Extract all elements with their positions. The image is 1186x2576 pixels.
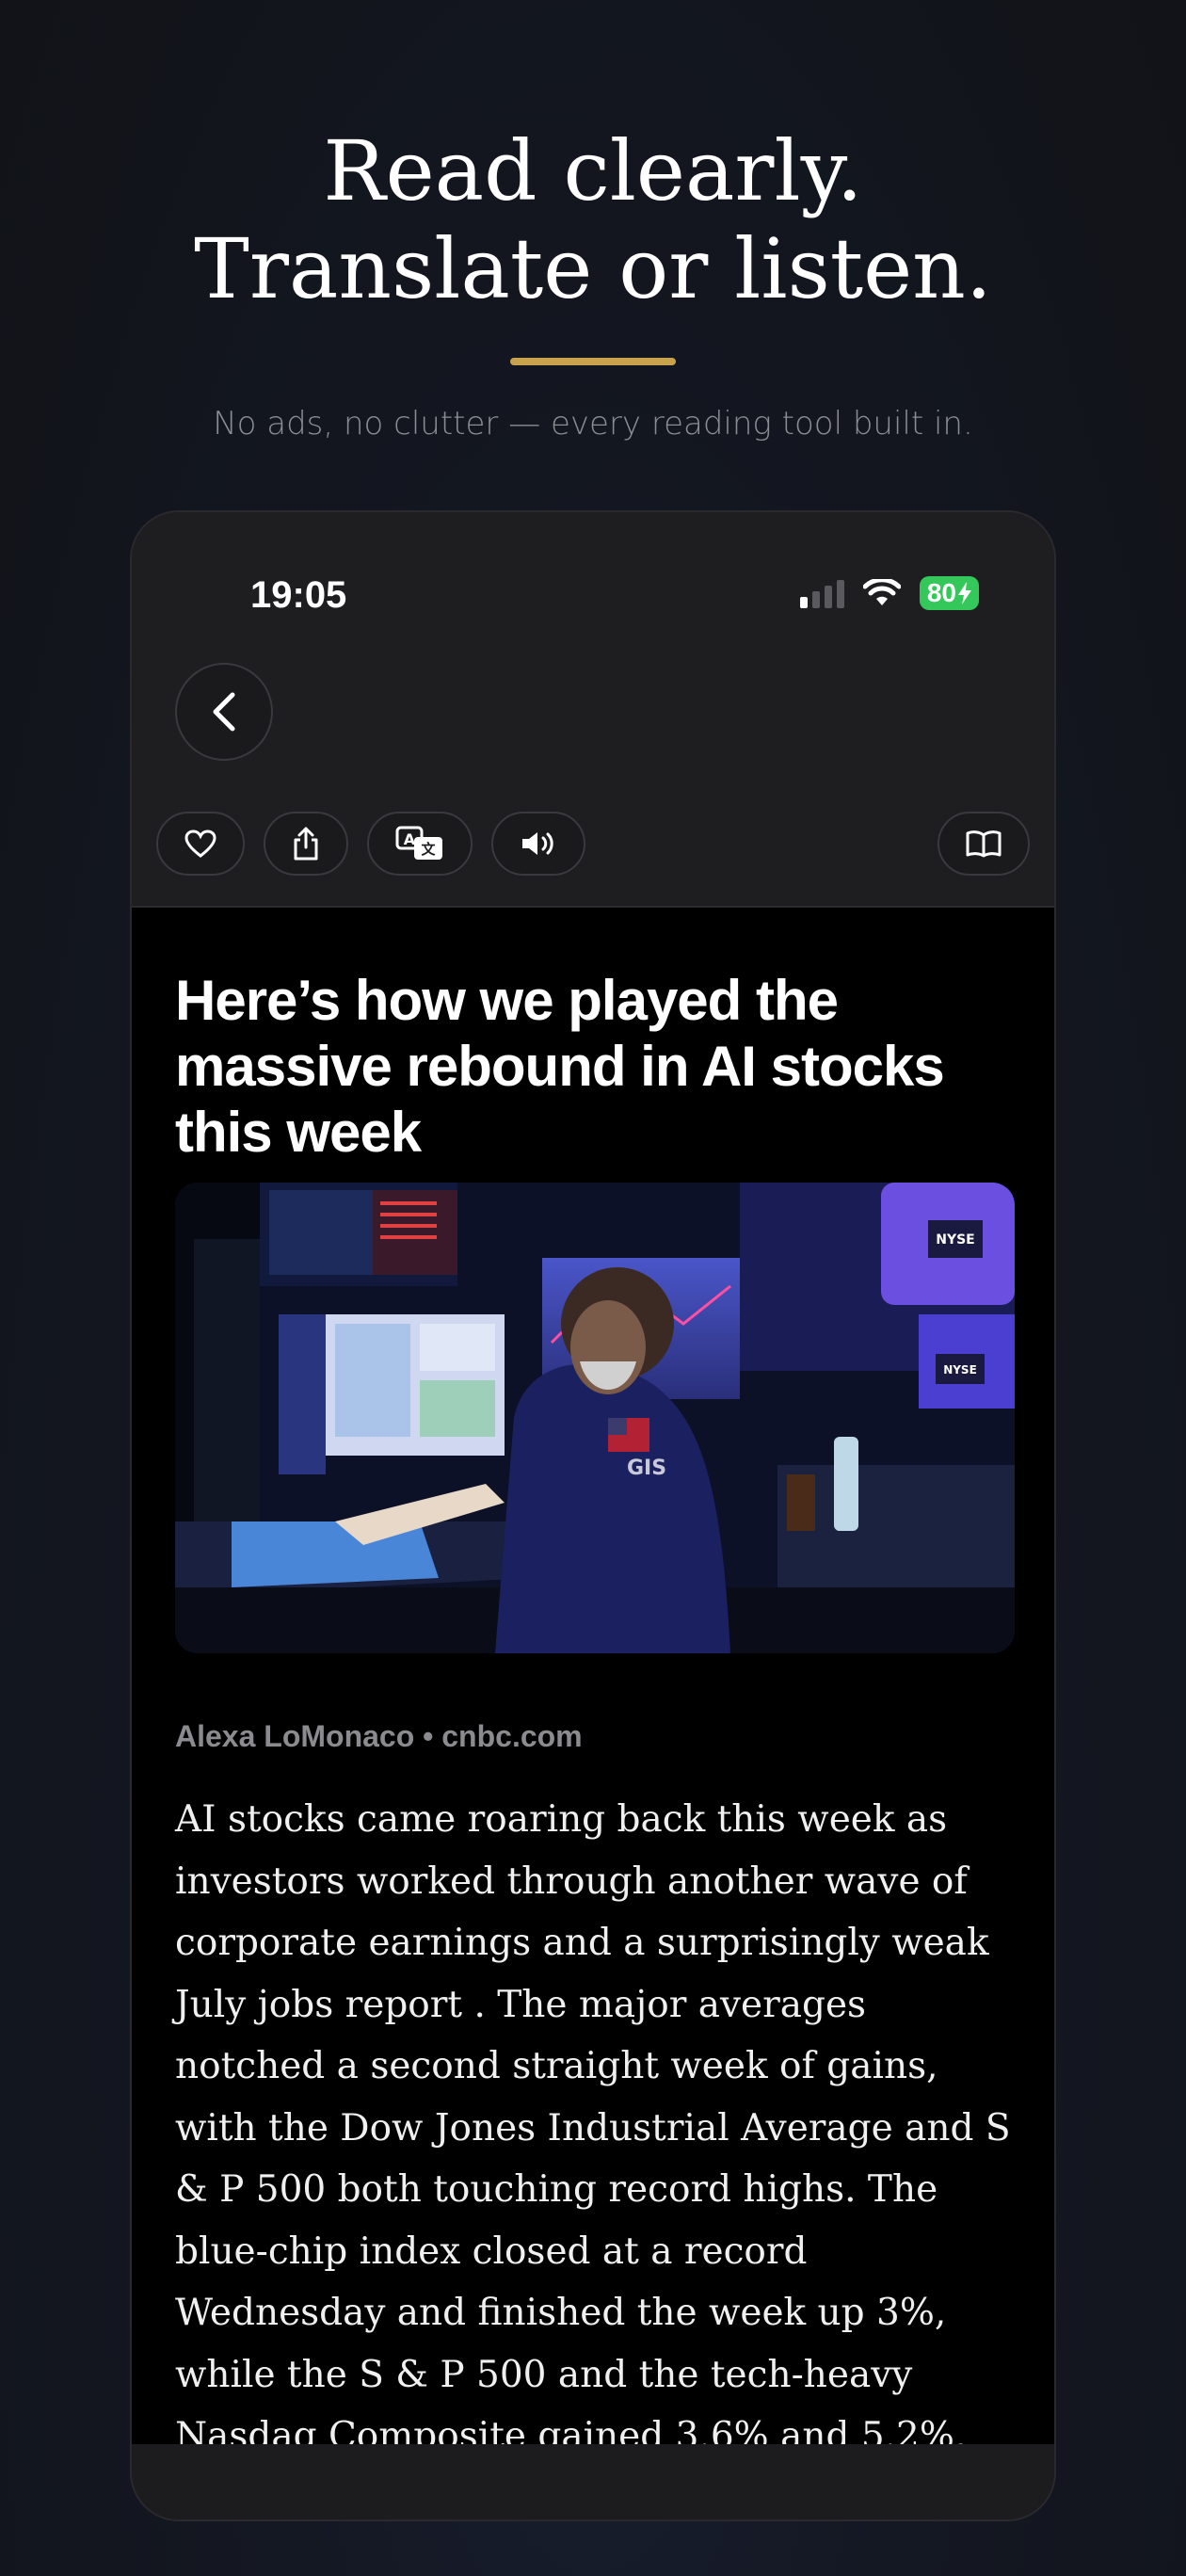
heart-icon (184, 829, 216, 858)
jacket-logo: GIS (627, 1457, 666, 1480)
phone-bottom-bar (132, 2444, 1054, 2520)
translate-button[interactable]: A 文 (367, 812, 473, 876)
article-byline: Alexa LoMonaco • cnbc.com (175, 1719, 583, 1753)
nyse-sign-2: NYSE (943, 1363, 977, 1377)
reader-header: 19:05 80 A 文 (132, 512, 1054, 908)
reader-mode-button[interactable] (938, 812, 1030, 876)
svg-text:文: 文 (421, 841, 436, 858)
signal-icon (799, 578, 844, 608)
nyse-sign-1: NYSE (936, 1232, 975, 1248)
article-headline: Here’s how we played the massive rebound… (175, 969, 945, 1164)
hero-title-line2: Translate or listen. (194, 220, 992, 317)
back-icon (213, 692, 235, 732)
battery-level: 80 (926, 578, 956, 607)
trading-floor-photo: NYSE NYSE GIS (175, 1183, 1015, 1653)
status-icons: 80 (799, 576, 979, 610)
article-hero-image: NYSE NYSE GIS (175, 1183, 1015, 1653)
share-icon (294, 827, 318, 861)
hero-subtitle: No ads, no clutter — every reading tool … (213, 405, 973, 443)
svg-text:A: A (404, 830, 416, 848)
translate-icon: A 文 (395, 826, 442, 860)
hero-title: Read clearly. Translate or listen. (0, 122, 1186, 318)
article-view[interactable]: Here’s how we played the massive rebound… (132, 908, 1054, 2448)
status-time: 19:05 (250, 574, 347, 616)
hero-title-line1: Read clearly. (323, 122, 863, 219)
book-icon (966, 830, 1002, 858)
speaker-icon (522, 832, 553, 855)
favorite-button[interactable] (156, 812, 245, 876)
battery-indicator: 80 (919, 576, 979, 610)
gold-divider (510, 358, 676, 365)
charging-icon (958, 582, 971, 604)
wifi-icon (862, 579, 901, 605)
share-button[interactable] (264, 812, 348, 876)
listen-button[interactable] (491, 812, 585, 876)
back-button[interactable] (175, 663, 273, 761)
article-body: AI stocks came roaring back this week as… (175, 1798, 1011, 2448)
phone-frame: 19:05 80 A 文 Here’s how we played the ma… (130, 510, 1056, 2521)
